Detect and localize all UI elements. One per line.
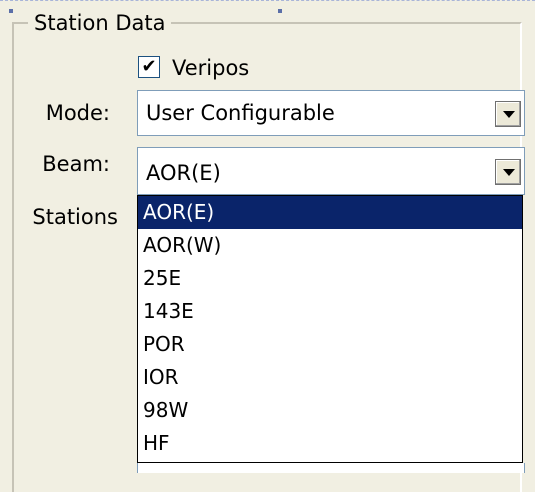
stations-list-partial[interactable] [137,463,525,473]
beam-label: Beam: [42,152,110,176]
mode-label: Mode: [45,101,110,125]
beam-dropdown-arrow-icon[interactable] [495,159,521,185]
veripos-label[interactable]: Veripos [172,55,249,81]
mode-value: User Configurable [146,101,335,125]
beam-option[interactable]: 143E [138,295,522,328]
selection-handle[interactable] [278,9,282,13]
beam-option[interactable]: 25E [138,262,522,295]
beam-value: AOR(E) [146,161,221,185]
selection-handle[interactable] [9,9,13,13]
beam-option[interactable]: AOR(E) [138,196,522,229]
stations-label: Stations [32,205,118,229]
mode-dropdown-arrow-icon[interactable] [495,101,521,127]
checkmark-icon: ✔ [141,56,157,77]
mode-combobox[interactable]: User Configurable [137,90,525,136]
beam-option[interactable]: HF [138,427,522,460]
beam-option[interactable]: POR [138,328,522,361]
groupbox-title: Station Data [28,10,172,36]
beam-option[interactable]: AOR(W) [138,229,522,262]
veripos-checkbox[interactable]: ✔ [138,56,160,78]
beam-combobox[interactable]: AOR(E) [137,147,525,195]
beam-dropdown-list[interactable]: AOR(E) AOR(W) 25E 143E POR IOR 98W HF [137,195,523,463]
designer-selection-border [0,0,535,4]
beam-option[interactable]: 98W [138,394,522,427]
beam-option[interactable]: IOR [138,361,522,394]
